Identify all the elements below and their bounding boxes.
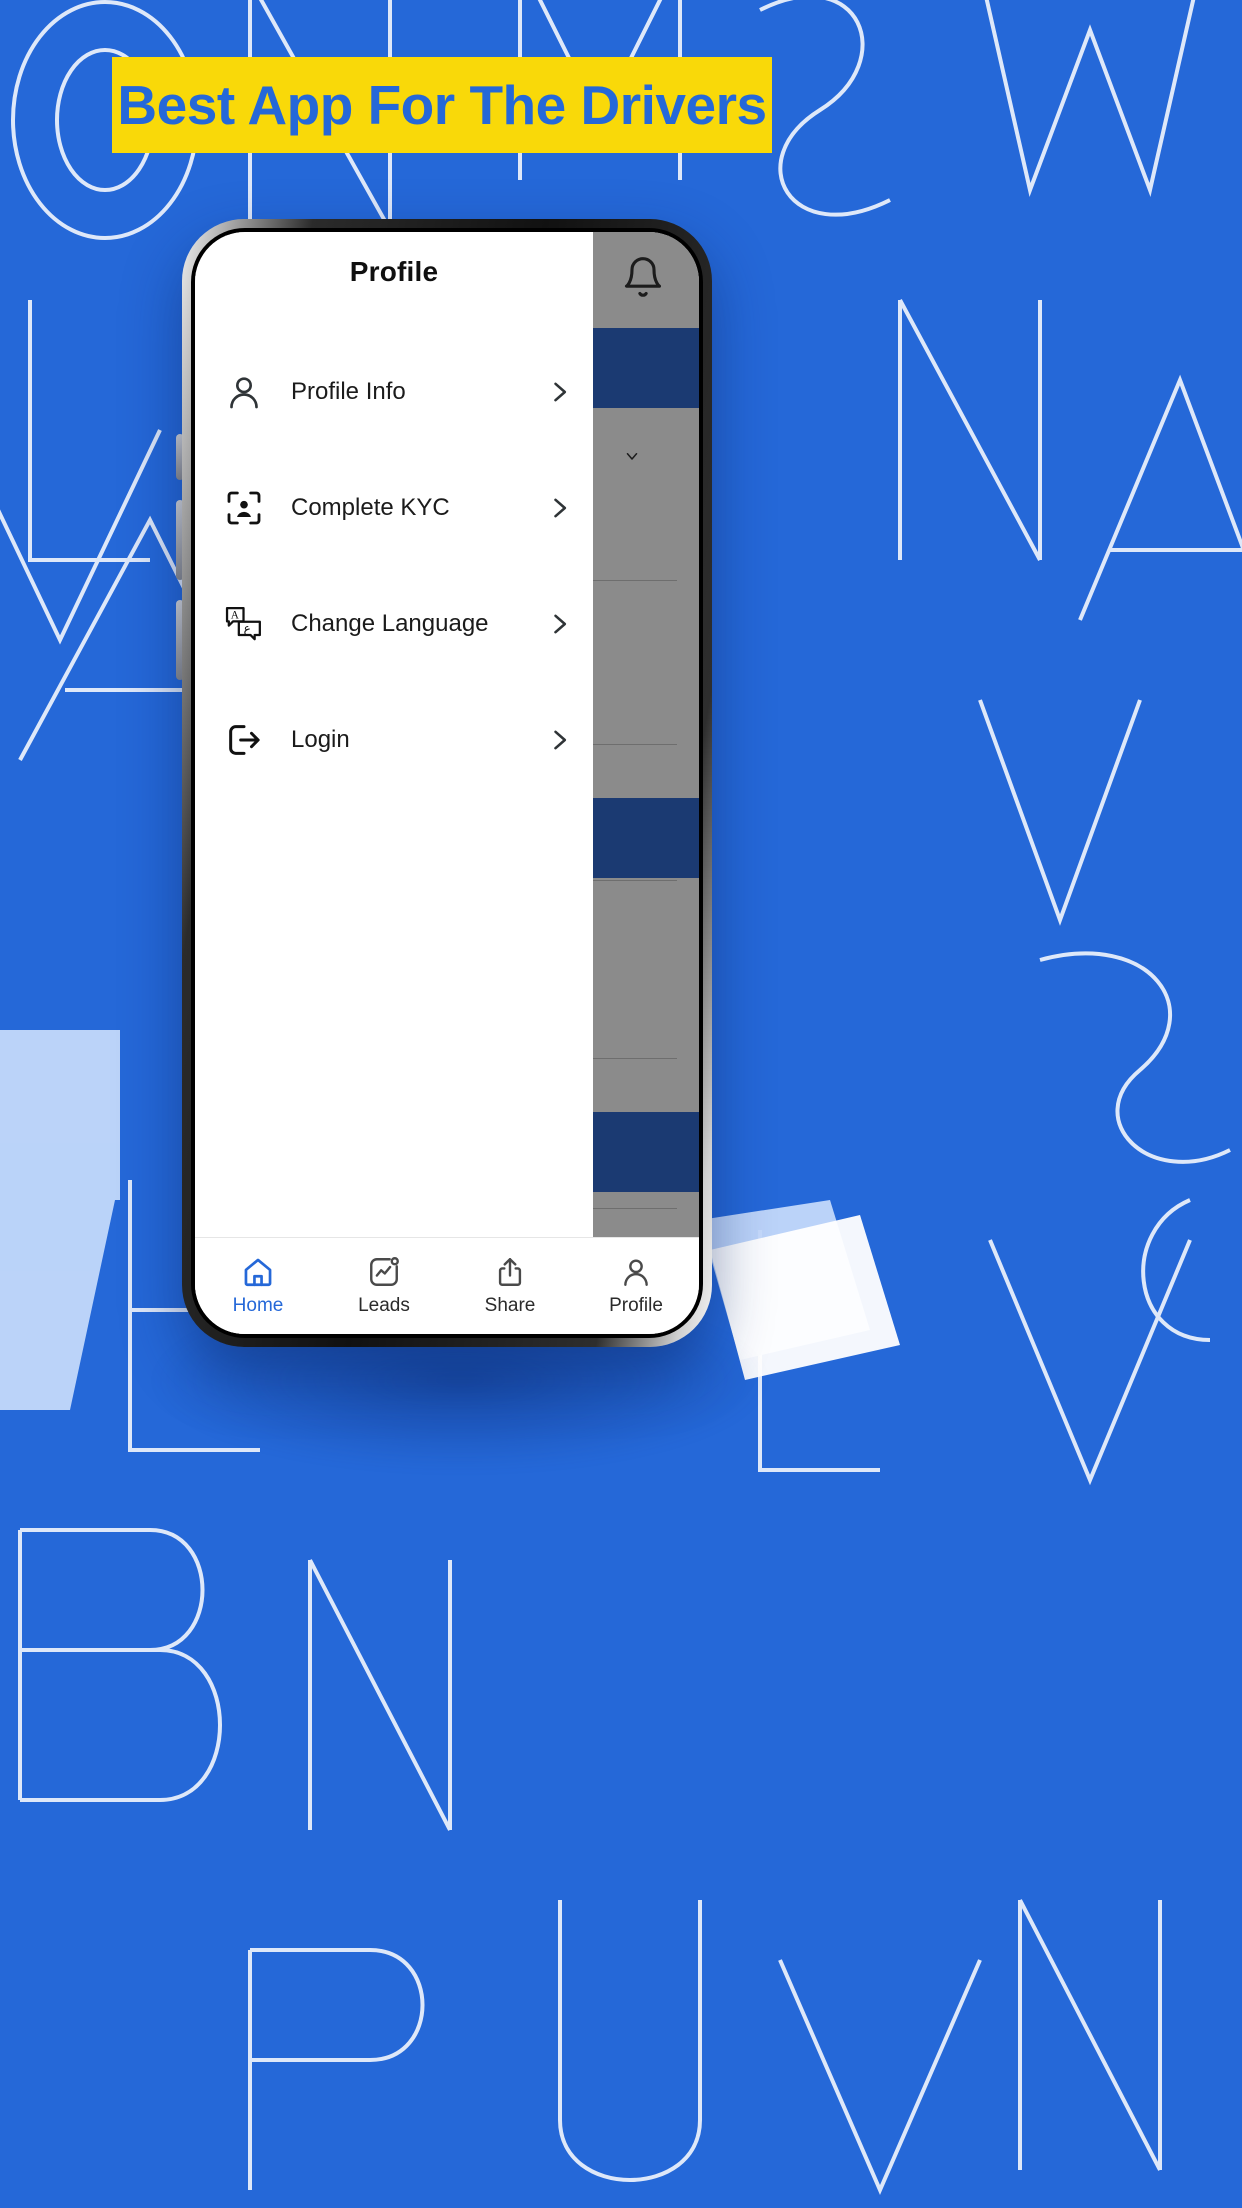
translate-icon: A ع (219, 599, 269, 649)
profile-icon (619, 1255, 653, 1289)
logout-icon (219, 715, 269, 765)
nav-item-share[interactable]: Share (447, 1255, 573, 1317)
drawer-title: Profile (349, 256, 439, 287)
promo-headline: Best App For The Drivers (117, 74, 767, 136)
chevron-right-icon (545, 494, 573, 522)
nav-item-label: Share (484, 1295, 536, 1316)
svg-text:A: A (231, 610, 240, 622)
chevron-right-icon (545, 610, 573, 638)
nav-item-home[interactable]: Home (195, 1255, 321, 1317)
phone-screen: Profile Profile Info Complete KYC A ع Ch… (195, 232, 699, 1334)
menu-item-label: Complete KYC (291, 494, 450, 521)
chevron-right-icon (545, 378, 573, 406)
phone-mockup: Profile Profile Info Complete KYC A ع Ch… (182, 219, 712, 1347)
phone-bezel: Profile Profile Info Complete KYC A ع Ch… (191, 228, 703, 1338)
nav-item-leads[interactable]: Leads (321, 1255, 447, 1317)
menu-item-complete-kyc[interactable]: Complete KYC (195, 450, 593, 566)
menu-item-login[interactable]: Login (195, 682, 593, 798)
share-icon (493, 1255, 527, 1289)
nav-item-label: Home (232, 1295, 284, 1316)
menu-item-label: Change Language (291, 610, 489, 637)
nav-item-label: Leads (358, 1295, 410, 1316)
home-icon (241, 1255, 275, 1289)
chevron-down-icon[interactable] (617, 447, 647, 465)
drawer-menu: Profile Info Complete KYC A ع Change Lan… (195, 334, 593, 798)
chart-bubble-icon (367, 1255, 401, 1289)
bell-icon[interactable] (621, 254, 665, 300)
menu-item-label: Profile Info (291, 378, 406, 405)
promo-banner: Best App For The Drivers (112, 57, 772, 153)
menu-item-label: Login (291, 726, 350, 753)
menu-item-change-language[interactable]: A ع Change Language (195, 566, 593, 682)
user-icon (219, 367, 269, 417)
menu-item-profile-info[interactable]: Profile Info (195, 334, 593, 450)
profile-drawer: Profile Profile Info Complete KYC A ع Ch… (195, 232, 593, 1334)
kyc-scan-icon (219, 483, 269, 533)
bottom-navigation: Home Leads Share Profile (195, 1237, 699, 1334)
nav-item-profile[interactable]: Profile (573, 1255, 699, 1317)
chevron-right-icon (545, 726, 573, 754)
nav-item-label: Profile (609, 1295, 663, 1316)
svg-text:ع: ع (244, 621, 252, 635)
